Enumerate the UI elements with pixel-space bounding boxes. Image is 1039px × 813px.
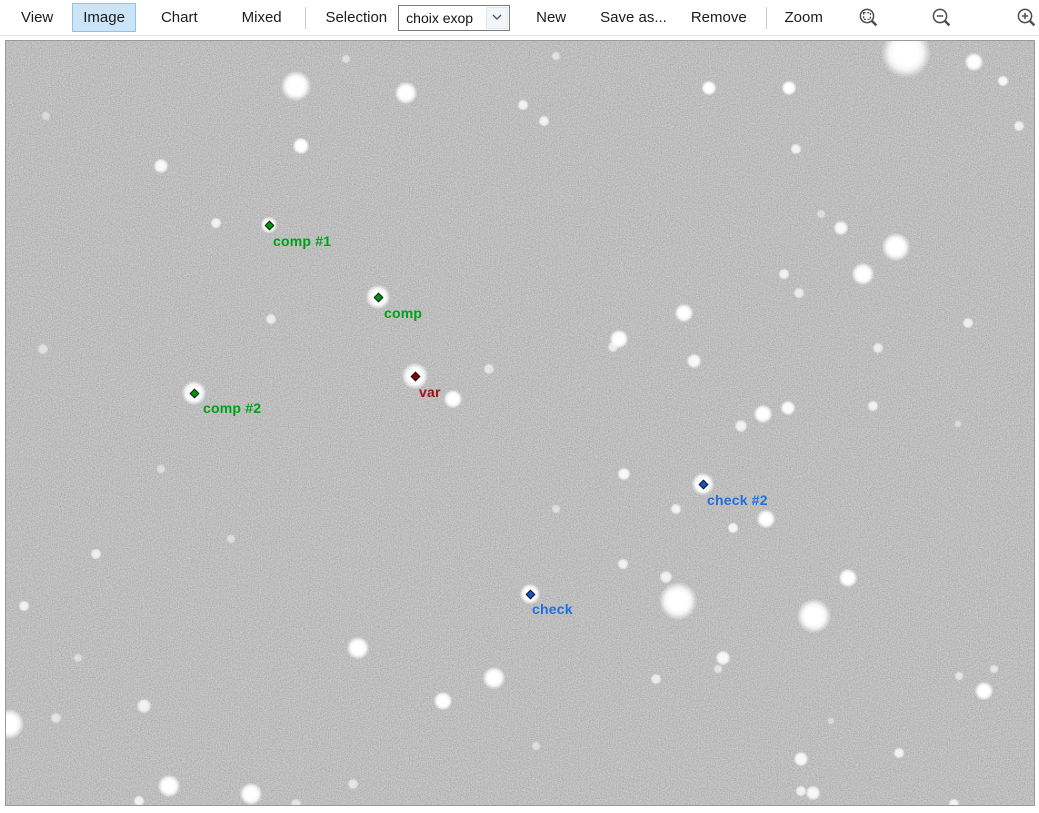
background-star xyxy=(346,636,370,660)
background-star xyxy=(517,99,529,111)
background-star xyxy=(851,262,875,286)
background-star xyxy=(551,51,561,61)
background-star xyxy=(659,570,673,584)
star-label-check-2: check #2 xyxy=(707,492,768,508)
selection-dropdown[interactable]: choix exop xyxy=(398,5,510,31)
star-label-comp-2: comp #2 xyxy=(203,400,261,416)
image-button[interactable]: Image xyxy=(72,3,136,32)
background-star xyxy=(962,317,974,329)
background-star xyxy=(734,419,748,433)
background-star xyxy=(443,389,463,409)
background-star xyxy=(997,75,1009,87)
background-star xyxy=(753,404,773,424)
remove-button[interactable]: Remove xyxy=(680,3,758,32)
background-star xyxy=(954,671,964,681)
background-star xyxy=(239,782,263,806)
background-star xyxy=(833,220,849,236)
background-star xyxy=(816,209,826,219)
background-star xyxy=(989,664,999,674)
background-star xyxy=(964,52,984,72)
zoom-out-icon[interactable] xyxy=(930,4,953,32)
background-star xyxy=(778,268,790,280)
background-star xyxy=(607,341,619,353)
background-star xyxy=(805,785,821,801)
background-star xyxy=(133,795,145,806)
mixed-button[interactable]: Mixed xyxy=(231,3,293,32)
background-star xyxy=(265,313,277,325)
selection-label: Selection xyxy=(325,9,387,26)
background-star xyxy=(780,400,796,416)
background-star xyxy=(156,464,166,474)
background-star xyxy=(292,137,310,155)
noise-background xyxy=(6,41,1034,805)
background-star xyxy=(226,534,236,544)
background-star xyxy=(136,698,152,714)
star-label-var: var xyxy=(419,384,441,400)
background-star xyxy=(838,568,858,588)
zoom-fit-icon[interactable] xyxy=(857,4,880,32)
background-star xyxy=(280,70,312,102)
chevron-down-icon[interactable] xyxy=(486,7,508,29)
background-star xyxy=(701,80,717,96)
selection-dropdown-value: choix exop xyxy=(399,6,485,30)
background-star xyxy=(974,681,994,701)
background-star xyxy=(1013,120,1025,132)
background-star xyxy=(157,774,181,798)
background-star xyxy=(482,666,506,690)
background-star xyxy=(483,363,495,375)
background-star xyxy=(433,691,453,711)
background-star xyxy=(674,303,694,323)
background-star xyxy=(948,798,960,806)
background-star xyxy=(650,673,662,685)
background-star xyxy=(18,600,30,612)
background-star xyxy=(551,504,561,514)
chart-button[interactable]: Chart xyxy=(150,3,209,32)
background-star xyxy=(670,503,682,515)
background-star xyxy=(538,115,550,127)
toolbar: View Image Chart Mixed Selection choix e… xyxy=(0,0,1039,36)
background-star xyxy=(210,217,222,229)
zoom-in-icon[interactable] xyxy=(1016,4,1039,32)
background-star xyxy=(793,287,805,299)
background-star xyxy=(727,522,739,534)
background-star xyxy=(531,741,541,751)
new-button[interactable]: New xyxy=(525,3,577,32)
background-star xyxy=(781,80,797,96)
star-label-comp-1: comp #1 xyxy=(273,233,331,249)
background-star xyxy=(617,467,631,481)
background-star xyxy=(290,798,302,806)
background-star xyxy=(795,785,807,797)
background-star xyxy=(872,342,884,354)
save-as-button[interactable]: Save as... xyxy=(589,3,678,32)
toolbar-separator xyxy=(305,7,306,29)
background-star xyxy=(50,712,62,724)
view-button[interactable]: View xyxy=(10,3,64,32)
zoom-button[interactable]: Zoom xyxy=(773,3,833,32)
background-star xyxy=(394,81,418,105)
background-star xyxy=(796,598,832,634)
star-canvas[interactable]: comp #1 comp comp #2 var check #2 check xyxy=(5,40,1035,806)
background-star xyxy=(867,400,879,412)
background-star xyxy=(893,747,905,759)
background-star xyxy=(37,343,49,355)
background-star xyxy=(793,751,809,767)
background-star xyxy=(713,664,723,674)
background-star xyxy=(41,111,51,121)
background-star xyxy=(686,353,702,369)
background-star xyxy=(790,143,802,155)
background-star xyxy=(347,778,359,790)
background-star xyxy=(90,548,102,560)
background-star xyxy=(73,653,83,663)
background-star xyxy=(756,509,776,529)
background-star xyxy=(881,232,911,262)
star-label-comp: comp xyxy=(384,305,422,321)
background-star xyxy=(617,558,629,570)
background-star xyxy=(954,420,962,428)
background-star xyxy=(341,54,351,64)
background-star xyxy=(153,158,169,174)
star-label-check: check xyxy=(532,601,573,617)
background-star xyxy=(827,717,835,725)
background-star xyxy=(658,581,698,621)
toolbar-separator xyxy=(766,7,767,29)
